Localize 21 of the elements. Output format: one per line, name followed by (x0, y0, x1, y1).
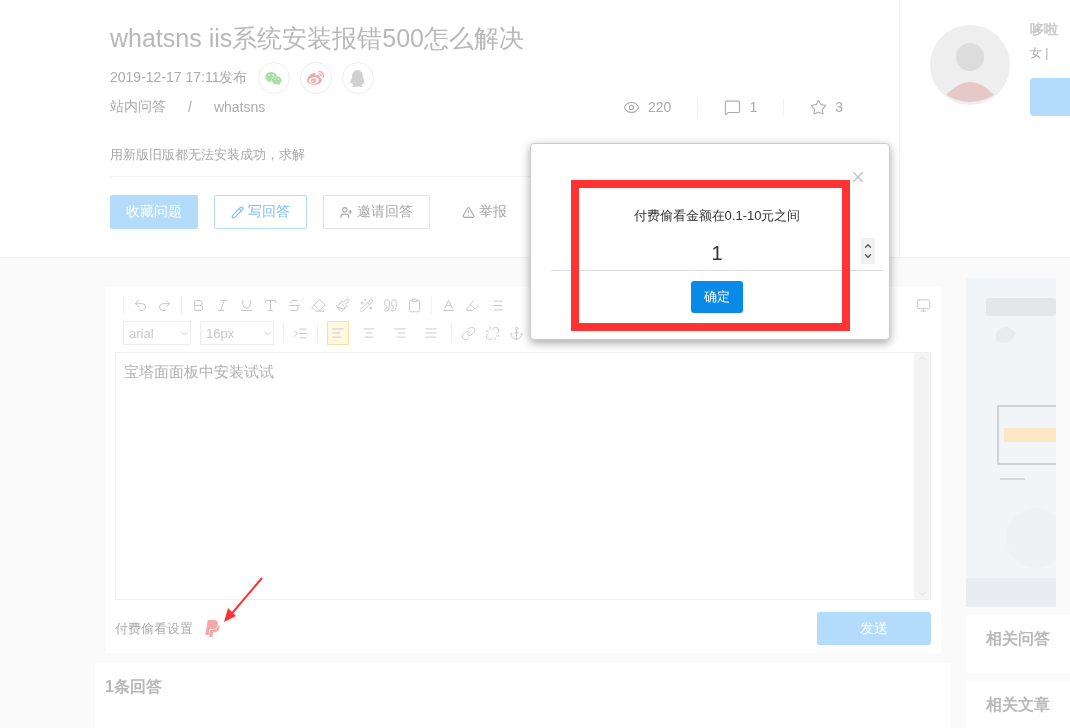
question-title: whatsns iis系统安装报错500怎么解决 (110, 23, 525, 54)
sidebar-section-title: 相关文章 (966, 681, 1070, 728)
action-button[interactable]: 邀请回答 (323, 195, 430, 229)
user-meta: 女 | (1030, 45, 1050, 62)
sidebar-section-title: 相关问答 (966, 615, 1070, 673)
editor-content: 宝塔面面板中安装试试 (123, 362, 275, 382)
send-button[interactable]: 发送 (817, 612, 931, 645)
paid-view-label: 付费偷看设置 (115, 619, 193, 638)
breadcrumb-link[interactable]: 站内问答 (110, 98, 166, 116)
stat-count: 220 (648, 99, 672, 115)
editor-text-area[interactable]: 宝塔面面板中安装试试 (115, 352, 931, 600)
confirm-button[interactable]: 确定 (691, 281, 743, 313)
action-button[interactable]: 写回答 (214, 195, 307, 229)
answers-heading: 1条回答 (105, 677, 163, 697)
breadcrumb-link[interactable]: whatsns (213, 99, 266, 115)
stat-count: 1 (749, 99, 758, 115)
dialog-prompt: 付费偷看金额在0.1-10元之间 (633, 207, 801, 225)
action-button[interactable]: 收藏问题 (110, 195, 198, 229)
post-date: 2019-12-17 17:11发布 (110, 69, 248, 87)
breadcrumb-separator: / (188, 99, 192, 115)
stat-count: 3 (835, 99, 843, 115)
